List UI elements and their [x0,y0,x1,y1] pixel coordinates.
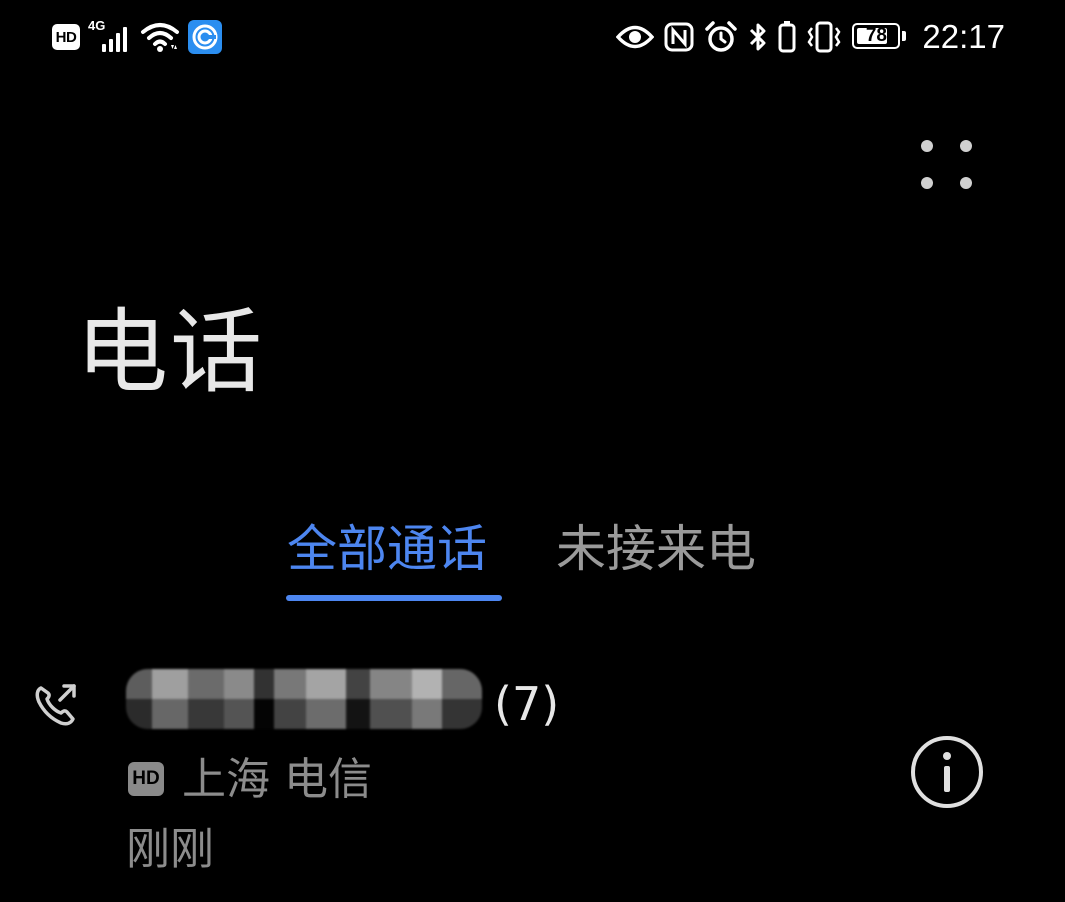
alarm-icon [705,21,738,52]
eye-comfort-icon [616,25,655,49]
app-notification-icon [188,20,222,54]
page-title: 电话 [76,299,265,406]
status-right: 78 22:17 [616,18,1005,56]
more-options-button[interactable] [912,131,982,201]
clock: 22:17 [922,18,1005,55]
call-log-item[interactable]: (7) HD 上海 电信 刚刚 [0,656,1065,896]
tab-all-calls[interactable]: 全部通话 [287,516,487,582]
bluetooth-icon [750,23,766,51]
call-location: 上海 电信 [182,754,372,805]
tab-bar: 全部通话 未接来电 [0,516,1065,606]
call-info-button[interactable] [909,734,985,810]
active-tab-indicator [286,595,502,601]
hd-call-icon: HD [128,762,164,796]
vibrate-icon [807,21,841,53]
wifi-icon [141,23,179,52]
tab-missed-calls[interactable]: 未接来电 [556,516,756,582]
call-time: 刚刚 [126,824,214,875]
signal-icon: 4G [88,18,132,52]
info-icon [911,736,983,808]
battery-icon: 78 [852,23,907,51]
status-left: HD 4G [52,18,222,54]
battery-level: 78 [865,25,887,46]
outgoing-call-icon [35,684,76,726]
status-bar: HD 4G 78 22:17 [0,0,1065,76]
nfc-card-icon [778,21,796,53]
contact-name-redacted [126,669,482,729]
call-count: (7) [494,677,560,731]
nfc-icon [664,22,694,52]
hd-icon: HD [52,24,80,50]
